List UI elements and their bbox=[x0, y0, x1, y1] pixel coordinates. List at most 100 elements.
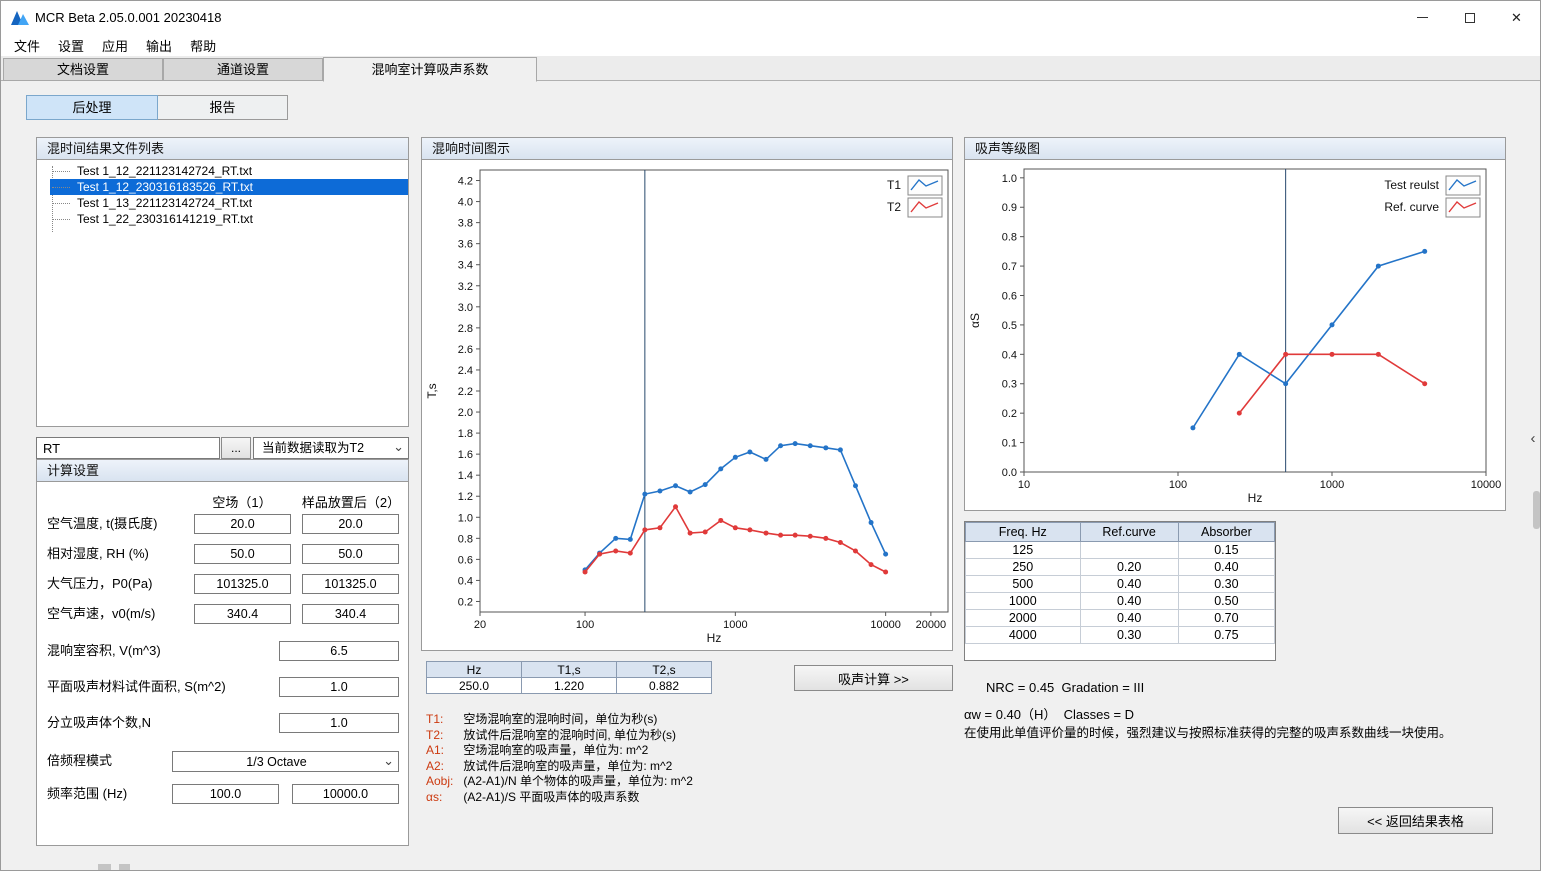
svg-text:0.2: 0.2 bbox=[1002, 408, 1017, 420]
setting-label: 空气声速，v0(m/s) bbox=[47, 604, 155, 624]
column-header: T1,s bbox=[522, 662, 617, 678]
statusbar-remnant-icon bbox=[119, 864, 130, 871]
svg-text:3.6: 3.6 bbox=[458, 239, 473, 251]
data-point bbox=[688, 490, 693, 495]
tab-document-settings[interactable]: 文档设置 bbox=[3, 58, 163, 81]
subtab-report[interactable]: 报告 bbox=[157, 95, 288, 120]
close-button[interactable]: ✕ bbox=[1493, 1, 1540, 34]
setting-input-empty-room[interactable] bbox=[194, 544, 291, 564]
setting-input-single[interactable] bbox=[279, 641, 399, 661]
setting-input-single[interactable] bbox=[279, 713, 399, 733]
data-point bbox=[1237, 411, 1242, 416]
table-cell: 1000 bbox=[966, 593, 1081, 610]
setting-input-empty-room[interactable] bbox=[194, 604, 291, 624]
data-point bbox=[733, 455, 738, 460]
data-point bbox=[853, 483, 858, 488]
data-point bbox=[628, 551, 633, 556]
freq-min-input[interactable] bbox=[172, 784, 279, 804]
menu-output[interactable]: 输出 bbox=[137, 34, 181, 57]
svg-text:10000: 10000 bbox=[1471, 479, 1502, 491]
data-point bbox=[657, 525, 662, 530]
table-cell: 500 bbox=[966, 576, 1081, 593]
data-point bbox=[597, 552, 602, 557]
absorption-note-text: 在使用此单值评价量的时候，强烈建议与按照标准获得的完整的吸声系数曲线一块使用。 bbox=[964, 722, 1452, 741]
data-point bbox=[1283, 352, 1288, 357]
rt-cursor-table-row: 250.01.2200.882 bbox=[427, 678, 712, 694]
table-cell: 0.40 bbox=[1080, 576, 1178, 593]
minimize-button[interactable] bbox=[1399, 1, 1446, 34]
plot-area bbox=[480, 170, 948, 612]
table-row[interactable]: 10000.400.50 bbox=[966, 593, 1275, 610]
scrollbar-thumb[interactable] bbox=[1533, 491, 1540, 529]
table-cell: 0.50 bbox=[1178, 593, 1274, 610]
menu-bar: 文件 设置 应用 输出 帮助 bbox=[1, 34, 1540, 56]
setting-label: 混响室容积, V(m^3) bbox=[47, 641, 161, 661]
svg-text:3.4: 3.4 bbox=[458, 260, 473, 272]
absorption-chart[interactable]: 0.00.10.20.30.40.50.60.70.80.91.01010010… bbox=[965, 160, 1505, 510]
data-point bbox=[733, 525, 738, 530]
calc-setting-row: 空气温度, t(摄氏度) bbox=[37, 514, 408, 535]
menu-apply[interactable]: 应用 bbox=[93, 34, 137, 57]
column-header: Freq. Hz bbox=[966, 523, 1081, 542]
tab-channel-settings[interactable]: 通道设置 bbox=[163, 58, 323, 81]
subtab-postprocess[interactable]: 后处理 bbox=[26, 95, 158, 120]
table-row[interactable]: 40000.300.75 bbox=[966, 627, 1275, 644]
back-to-results-button[interactable]: << 返回结果表格 bbox=[1338, 807, 1493, 834]
cursor-value: 1.220 bbox=[522, 678, 617, 694]
data-point bbox=[793, 441, 798, 446]
octave-mode-label: 倍频程模式 bbox=[47, 751, 112, 771]
table-cell: 0.30 bbox=[1080, 627, 1178, 644]
setting-input-empty-room[interactable] bbox=[194, 574, 291, 594]
data-point bbox=[838, 540, 843, 545]
data-point bbox=[583, 570, 588, 575]
y-axis-label: αS bbox=[968, 313, 982, 328]
tab-reverb-absorption[interactable]: 混响室计算吸声系数 bbox=[323, 57, 537, 82]
setting-input-with-sample[interactable] bbox=[302, 544, 399, 564]
freq-max-input[interactable] bbox=[292, 784, 399, 804]
rt-chart[interactable]: 0.20.40.60.81.01.21.41.61.82.02.22.42.62… bbox=[422, 160, 952, 650]
svg-text:100: 100 bbox=[576, 619, 594, 631]
setting-input-with-sample[interactable] bbox=[302, 574, 399, 594]
data-point bbox=[1376, 352, 1381, 357]
rt-name-input[interactable] bbox=[36, 437, 220, 459]
collapse-panel-icon[interactable]: ‹ bbox=[1525, 427, 1541, 451]
rt-file-list[interactable]: Test 1_12_221123142724_RT.txtTest 1_12_2… bbox=[37, 160, 408, 426]
maximize-button[interactable] bbox=[1446, 1, 1493, 34]
svg-text:1.8: 1.8 bbox=[458, 428, 473, 440]
table-row[interactable]: 2500.200.40 bbox=[966, 559, 1275, 576]
chevron-down-icon: ⌄ bbox=[393, 439, 404, 455]
svg-text:0.8: 0.8 bbox=[1002, 232, 1017, 244]
absorption-table: Freq. HzRef.curveAbsorber 1250.152500.20… bbox=[964, 521, 1276, 661]
octave-mode-select[interactable]: 1/3 Octave ⌄ bbox=[172, 751, 399, 772]
column-header-with-sample: 样品放置后（2） bbox=[295, 492, 407, 511]
column-header: Ref.curve bbox=[1080, 523, 1178, 542]
file-list-item[interactable]: Test 1_12_221123142724_RT.txt bbox=[50, 163, 408, 179]
data-read-select[interactable]: 当前数据读取为T2 ⌄ bbox=[253, 437, 409, 459]
data-point bbox=[823, 445, 828, 450]
menu-file[interactable]: 文件 bbox=[5, 34, 49, 57]
absorption-calc-button[interactable]: 吸声计算 >> bbox=[794, 665, 953, 691]
table-row[interactable]: 20000.400.70 bbox=[966, 610, 1275, 627]
plot-area bbox=[1024, 169, 1486, 472]
menu-settings[interactable]: 设置 bbox=[49, 34, 93, 57]
file-list-item[interactable]: Test 1_12_230316183526_RT.txt bbox=[50, 179, 408, 195]
setting-input-with-sample[interactable] bbox=[302, 514, 399, 534]
table-row[interactable]: 5000.400.30 bbox=[966, 576, 1275, 593]
app-icon bbox=[10, 8, 30, 27]
file-list-item[interactable]: Test 1_13_221123142724_RT.txt bbox=[50, 195, 408, 211]
setting-input-single[interactable] bbox=[279, 677, 399, 697]
setting-input-with-sample[interactable] bbox=[302, 604, 399, 624]
svg-text:3.2: 3.2 bbox=[458, 281, 473, 293]
setting-input-empty-room[interactable] bbox=[194, 514, 291, 534]
y-axis-label: T,s bbox=[425, 383, 439, 398]
menu-help[interactable]: 帮助 bbox=[181, 34, 225, 57]
svg-text:0.3: 0.3 bbox=[1002, 379, 1017, 391]
legend-label: Test reulst bbox=[1384, 178, 1439, 192]
legend-label: T2 bbox=[887, 200, 901, 214]
calc-settings-body: 空场（1） 样品放置后（2） 倍频程模式 1/3 Octave ⌄ 频率范围 (… bbox=[37, 482, 408, 845]
file-list-item[interactable]: Test 1_22_230316141219_RT.txt bbox=[50, 211, 408, 227]
data-point bbox=[853, 548, 858, 553]
browse-button[interactable]: ... bbox=[221, 437, 251, 459]
table-row[interactable]: 1250.15 bbox=[966, 542, 1275, 559]
octave-mode-value: 1/3 Octave bbox=[173, 752, 380, 772]
